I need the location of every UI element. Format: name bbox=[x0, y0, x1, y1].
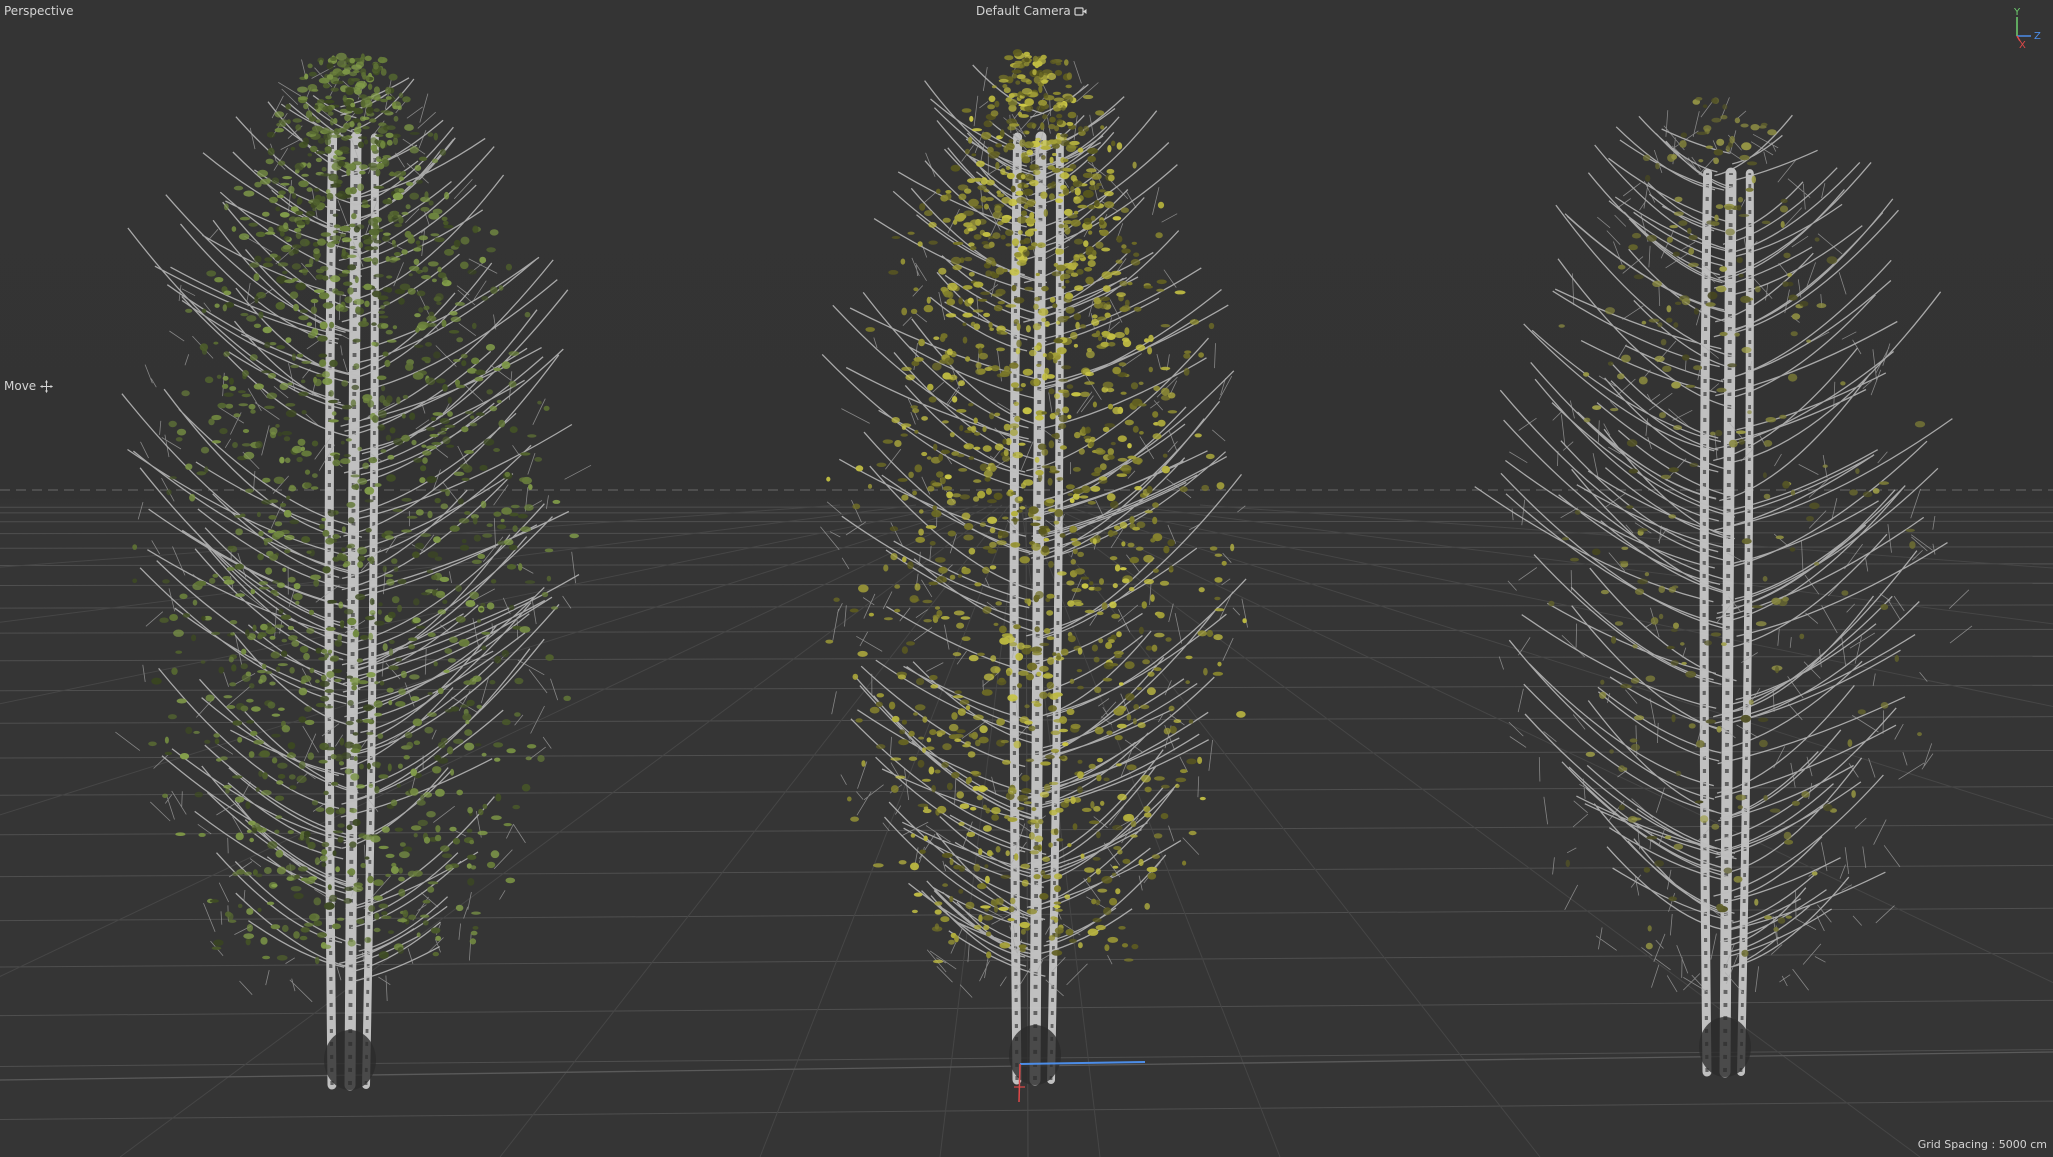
camera-icon[interactable] bbox=[1074, 6, 1087, 17]
active-tool-label: Move bbox=[4, 379, 37, 393]
gizmo-y-label: Y bbox=[2013, 7, 2021, 18]
origin-y-axis bbox=[1018, 1063, 1021, 1103]
camera-menu[interactable]: Default Camera bbox=[976, 4, 1087, 18]
move-icon bbox=[40, 379, 54, 393]
axis-gizmo[interactable]: Y Z X bbox=[2005, 4, 2045, 48]
tree-base bbox=[1699, 1017, 1751, 1077]
gizmo-x-label: X bbox=[2019, 40, 2026, 48]
tree-base bbox=[324, 1030, 376, 1090]
tree-trunk bbox=[1719, 167, 1737, 1078]
grid-spacing-label: Grid Spacing : 5000 cm bbox=[1917, 1138, 2047, 1151]
camera-name-label: Default Camera bbox=[976, 4, 1071, 18]
tree-base bbox=[1009, 1025, 1061, 1085]
scene-canvas[interactable] bbox=[0, 0, 2053, 1157]
gizmo-z-label: Z bbox=[2034, 31, 2041, 42]
view-name-label[interactable]: Perspective bbox=[4, 4, 74, 18]
active-tool-indicator: Move bbox=[4, 379, 54, 393]
3d-viewport[interactable]: Perspective Default Camera Move Grid Spa… bbox=[0, 0, 2053, 1157]
